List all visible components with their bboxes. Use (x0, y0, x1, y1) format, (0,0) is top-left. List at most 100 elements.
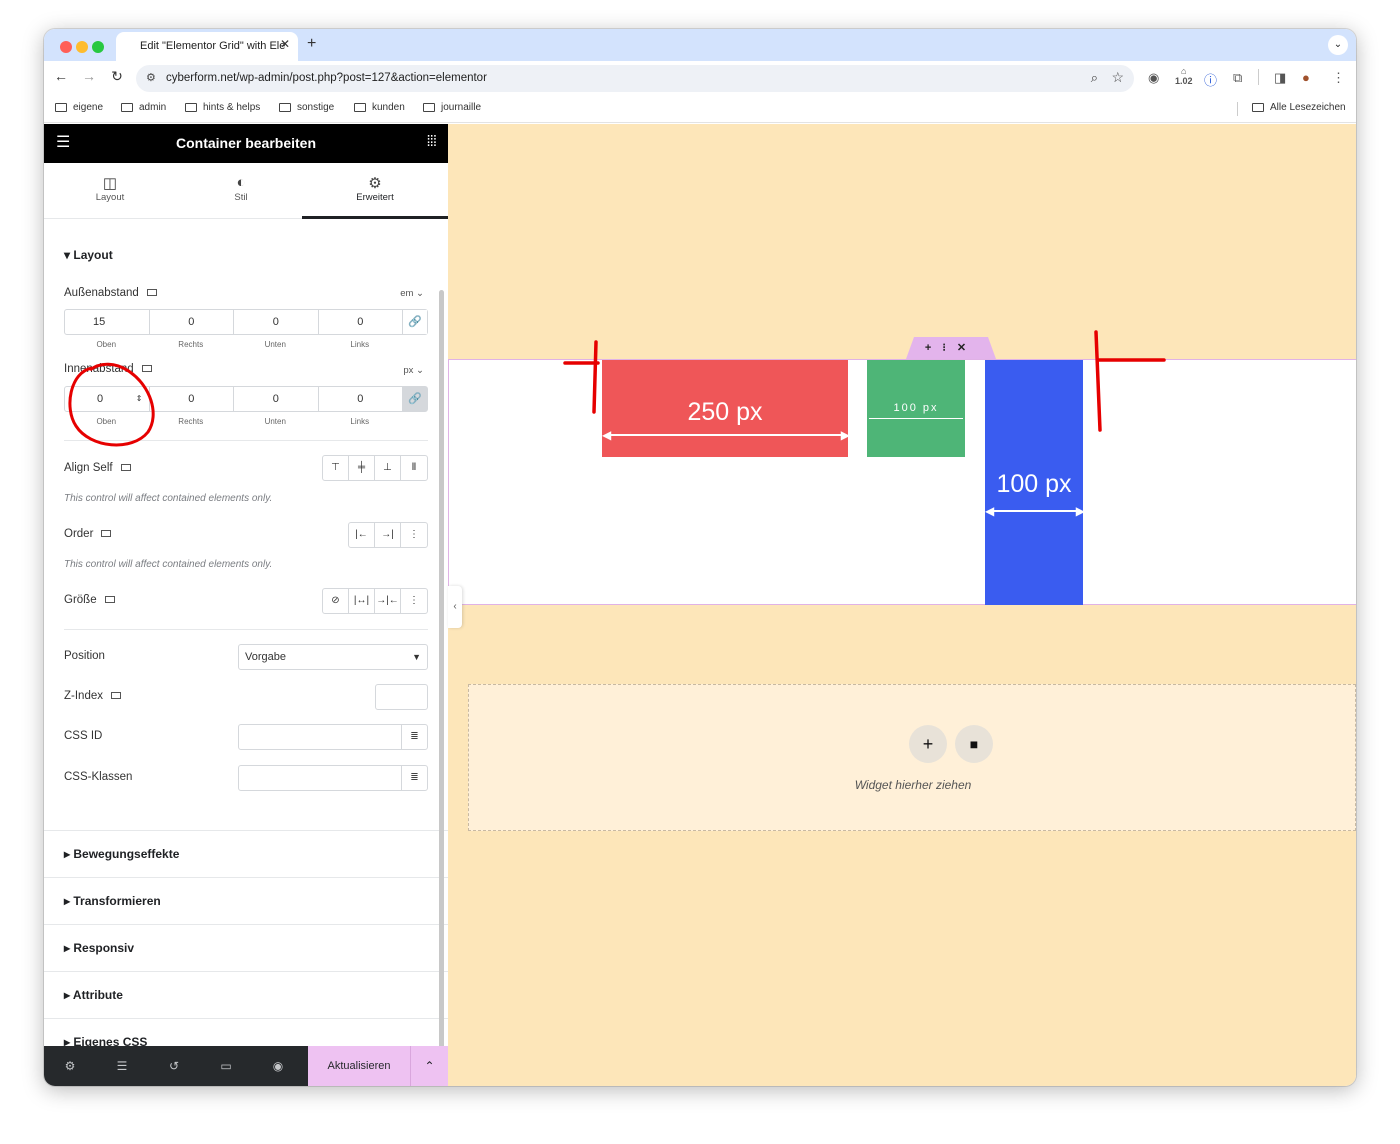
bookmark-folder[interactable]: eigene (55, 102, 103, 113)
extensions-icon[interactable]: ⧉ (1233, 70, 1242, 86)
align-end-icon[interactable]: ⊥ (375, 456, 401, 480)
empty-dropzone[interactable]: + ■ Widget hierher ziehen (468, 684, 1356, 831)
tab-search-icon[interactable]: ⌄ (1328, 35, 1348, 55)
tab-advanced[interactable]: ⚙ Erweitert (302, 163, 448, 219)
margin-top-input[interactable]: 15 (65, 310, 150, 334)
margin-left-input[interactable]: 0 (319, 310, 403, 334)
block-label: 100 px (996, 470, 1072, 498)
accordion-motion-effects[interactable]: ▸ Bewegungseffekte (44, 830, 448, 877)
chevron-up-icon[interactable]: ⌃ (410, 1046, 448, 1086)
bookmark-folder[interactable]: hints & helps (185, 102, 260, 113)
padding-bottom-input[interactable]: 0 (234, 387, 319, 411)
new-tab-icon[interactable]: + (307, 35, 316, 53)
zindex-text: Z-Index (64, 690, 103, 702)
grow-icon[interactable]: |↔| (349, 589, 375, 613)
margin-bottom-input[interactable]: 0 (234, 310, 319, 334)
stepper-icon[interactable]: ⇕ (136, 387, 143, 411)
block-blue[interactable]: 100 px ◀ ▶ (985, 360, 1085, 605)
shrink-icon[interactable]: →|← (375, 589, 401, 613)
desktop-icon[interactable] (141, 365, 152, 372)
back-icon[interactable]: ← (51, 68, 71, 84)
position-select[interactable]: Vorgabe ▼ (238, 644, 428, 670)
dynamic-tags-icon[interactable]: ≣ (401, 725, 427, 749)
bookmark-label: sonstige (297, 102, 335, 113)
section-layout-heading[interactable]: ▾ Layout (64, 248, 113, 262)
dynamic-tags-icon[interactable]: ≣ (401, 766, 427, 790)
forward-icon[interactable]: → (79, 68, 99, 84)
none-icon[interactable]: ⊘ (323, 589, 349, 613)
desktop-icon[interactable] (101, 530, 112, 537)
padding-unit-select[interactable]: px ⌄ (403, 365, 424, 376)
desktop-icon[interactable] (104, 596, 115, 603)
drag-handle-icon[interactable]: ⁝ (942, 342, 957, 354)
align-start-icon[interactable]: ⊤ (323, 456, 349, 480)
delete-icon[interactable]: ✕ (957, 342, 977, 354)
browser-tab[interactable]: Edit "Elementor Grid" with Ele (116, 32, 298, 61)
order-end-icon[interactable]: →| (375, 523, 401, 547)
bookmark-folder[interactable]: journaille (423, 102, 481, 113)
camera-icon[interactable]: ◉ (1148, 70, 1159, 86)
selected-container[interactable]: 250 px ◀ ▶ 100 px 100 px ◀ ▶ (448, 359, 1356, 605)
padding-right-input[interactable]: 0 (150, 387, 234, 411)
browser-menu-icon[interactable]: ⋮ (1332, 70, 1345, 86)
desktop-icon[interactable] (111, 692, 121, 699)
cssid-input[interactable]: ≣ (238, 724, 428, 750)
block-red[interactable]: 250 px ◀ ▶ (602, 360, 850, 457)
position-label: Position (64, 650, 105, 662)
desktop-icon[interactable] (146, 289, 157, 296)
link-values-icon[interactable]: 🔗 (403, 310, 427, 334)
close-window-button[interactable] (60, 41, 72, 53)
accordion-responsive[interactable]: ▸ Responsiv (44, 924, 448, 971)
tab-layout[interactable]: ◫ Layout (44, 163, 176, 219)
zindex-input[interactable] (375, 684, 428, 710)
maximize-window-button[interactable] (92, 41, 104, 53)
widgets-grid-icon[interactable]: ⁞⁞⁞ (426, 134, 436, 150)
margin-right-input[interactable]: 0 (150, 310, 234, 334)
add-icon[interactable]: + (925, 342, 942, 354)
cssclass-input[interactable]: ≣ (238, 765, 428, 791)
padding-label-text: Innenabstand (64, 363, 134, 375)
bookmark-folder[interactable]: kunden (354, 102, 405, 113)
desktop-icon[interactable] (120, 464, 131, 471)
accordion-custom-css[interactable]: ▸ Eigenes CSS (44, 1018, 448, 1046)
align-self-text: Align Self (64, 462, 113, 474)
settings-icon[interactable]: ⚙ (44, 1046, 96, 1086)
site-settings-icon[interactable]: ⚙ (146, 71, 156, 84)
container-handle[interactable]: +⁝✕ (906, 337, 996, 359)
padding-top-input[interactable]: 0 ⇕ (65, 387, 150, 411)
history-icon[interactable]: ↺ (148, 1046, 200, 1086)
navigator-layers-icon[interactable]: ☰ (96, 1046, 148, 1086)
accordion-transform[interactable]: ▸ Transformieren (44, 877, 448, 924)
preview-eye-icon[interactable]: ◉ (252, 1046, 304, 1086)
block-green[interactable]: 100 px (867, 360, 965, 457)
update-button[interactable]: Aktualisieren (308, 1046, 410, 1086)
profile-avatar[interactable]: ● (1302, 70, 1310, 85)
bookmark-star-icon[interactable]: ☆ (1111, 69, 1124, 86)
responsive-mode-icon[interactable]: ▭ (200, 1046, 252, 1086)
close-tab-icon[interactable]: ✕ (280, 38, 290, 50)
password-manager-icon[interactable]: ⓘ (1204, 70, 1217, 89)
more-options-icon[interactable]: ⋮ (401, 523, 427, 547)
order-start-icon[interactable]: |← (349, 523, 375, 547)
padding-left-input[interactable]: 0 (319, 387, 403, 411)
address-bar[interactable]: ⚙ cyberform.net/wp-admin/post.php?post=1… (136, 65, 1134, 92)
align-center-icon[interactable]: ╪ (349, 456, 375, 480)
align-stretch-icon[interactable]: Ⅱ (401, 456, 427, 480)
add-section-button[interactable]: + (909, 725, 947, 763)
reload-icon[interactable]: ↻ (107, 68, 127, 85)
zoom-icon[interactable]: ⌕ (1091, 70, 1098, 86)
panel-scrollbar[interactable] (439, 290, 444, 1046)
tab-style[interactable]: ◐ Stil (176, 163, 306, 219)
margin-unit-select[interactable]: em ⌄ (400, 288, 424, 299)
sidepanel-icon[interactable]: ◨ (1274, 70, 1286, 86)
template-folder-icon[interactable]: ■ (955, 725, 993, 763)
accordion-attributes[interactable]: ▸ Attribute (44, 971, 448, 1018)
bookmark-folder[interactable]: admin (121, 102, 166, 113)
extension-zoom-icon[interactable]: ⌂ 1.02 (1175, 66, 1193, 86)
bookmark-folder[interactable]: sonstige (279, 102, 334, 113)
more-options-icon[interactable]: ⋮ (401, 589, 427, 613)
collapse-panel-button[interactable]: ‹ (448, 586, 462, 628)
minimize-window-button[interactable] (76, 41, 88, 53)
link-values-icon[interactable]: 🔗 (403, 387, 427, 411)
all-bookmarks-folder[interactable]: Alle Lesezeichen (1252, 102, 1346, 113)
